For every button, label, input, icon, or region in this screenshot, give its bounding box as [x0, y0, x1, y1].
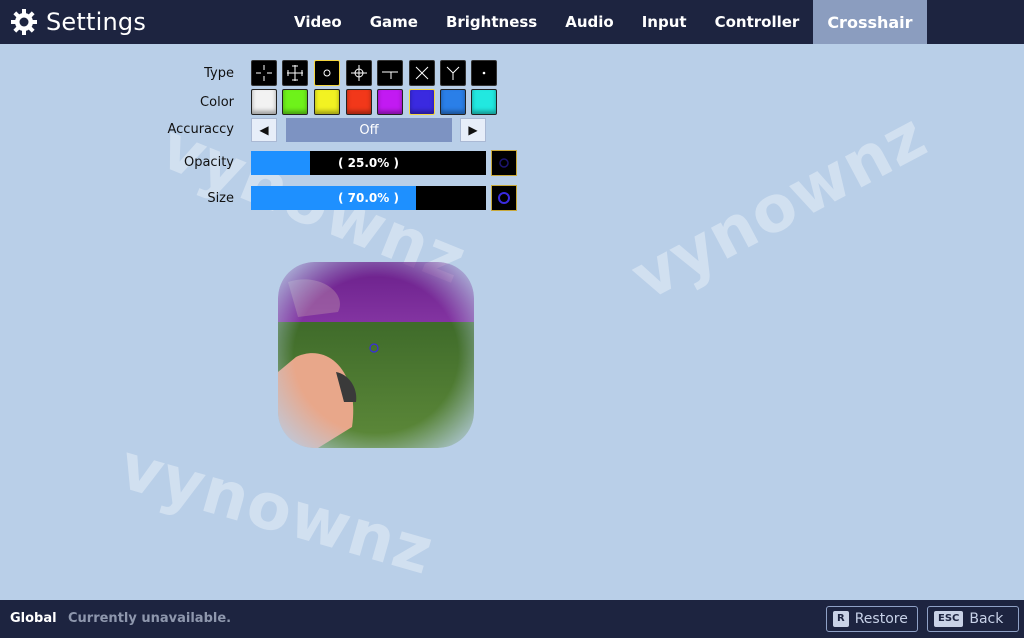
tab-bar: Video Game Brightness Audio Input Contro… [280, 0, 927, 44]
color-swatch-yellow[interactable] [314, 89, 340, 115]
crosshair-cross-ticks-icon[interactable] [282, 60, 308, 86]
tab-game[interactable]: Game [356, 0, 432, 44]
watermark: vynownz [111, 430, 442, 590]
size-slider[interactable]: ( 70.0% ) [251, 186, 486, 210]
crosshair-y-icon[interactable] [440, 60, 466, 86]
scope-label: Global [10, 611, 57, 626]
accuracy-value: Off [286, 118, 452, 142]
crosshair-dot-icon[interactable] [471, 60, 497, 86]
color-swatch-cyan[interactable] [471, 89, 497, 115]
bottom-bar: Global Currently unavailable. R Restore … [0, 600, 1024, 638]
top-bar: Settings Video Game Brightness Audio Inp… [0, 0, 1024, 44]
size-label: Size [207, 191, 234, 206]
crosshair-preview [278, 262, 474, 448]
crosshair-circle-cross-icon[interactable] [346, 60, 372, 86]
color-swatch-green[interactable] [282, 89, 308, 115]
tab-video[interactable]: Video [280, 0, 356, 44]
accuracy-next-button[interactable]: ▶ [460, 118, 486, 142]
status-text: Currently unavailable. [68, 611, 232, 626]
watermark: vynownz [620, 98, 939, 316]
type-label: Type [204, 66, 234, 81]
color-swatch-red[interactable] [346, 89, 372, 115]
back-label: Back [969, 611, 1004, 627]
tab-brightness[interactable]: Brightness [432, 0, 551, 44]
accuracy-prev-button[interactable]: ◀ [251, 118, 277, 142]
color-swatch-blue[interactable] [409, 89, 435, 115]
opacity-slider[interactable]: ( 25.0% ) [251, 151, 486, 175]
crosshair-circle-icon[interactable] [314, 60, 340, 86]
restore-label: Restore [854, 611, 908, 627]
accuracy-label: Accuraccy [167, 122, 235, 137]
restore-button[interactable]: R Restore [826, 606, 918, 632]
color-label: Color [200, 95, 234, 110]
tab-crosshair[interactable]: Crosshair [813, 0, 927, 44]
tab-input[interactable]: Input [628, 0, 701, 44]
restore-key: R [833, 611, 849, 627]
tab-audio[interactable]: Audio [551, 0, 627, 44]
crosshair-cross-gap-icon[interactable] [251, 60, 277, 86]
gear-icon [10, 8, 38, 36]
crosshair-x-icon[interactable] [409, 60, 435, 86]
page-title: Settings [46, 8, 147, 36]
color-swatch-light-blue[interactable] [440, 89, 466, 115]
size-preview-button[interactable] [491, 185, 517, 211]
opacity-label: Opacity [183, 155, 234, 170]
size-value: ( 70.0% ) [338, 191, 399, 205]
back-key: ESC [934, 611, 964, 627]
color-swatch-purple[interactable] [377, 89, 403, 115]
opacity-value: ( 25.0% ) [338, 156, 399, 170]
crosshair-t-icon[interactable] [377, 60, 403, 86]
tab-controller[interactable]: Controller [701, 0, 814, 44]
color-swatch-white[interactable] [251, 89, 277, 115]
settings-brand: Settings [10, 6, 146, 38]
opacity-preview-button[interactable] [491, 150, 517, 176]
back-button[interactable]: ESC Back [927, 606, 1019, 632]
